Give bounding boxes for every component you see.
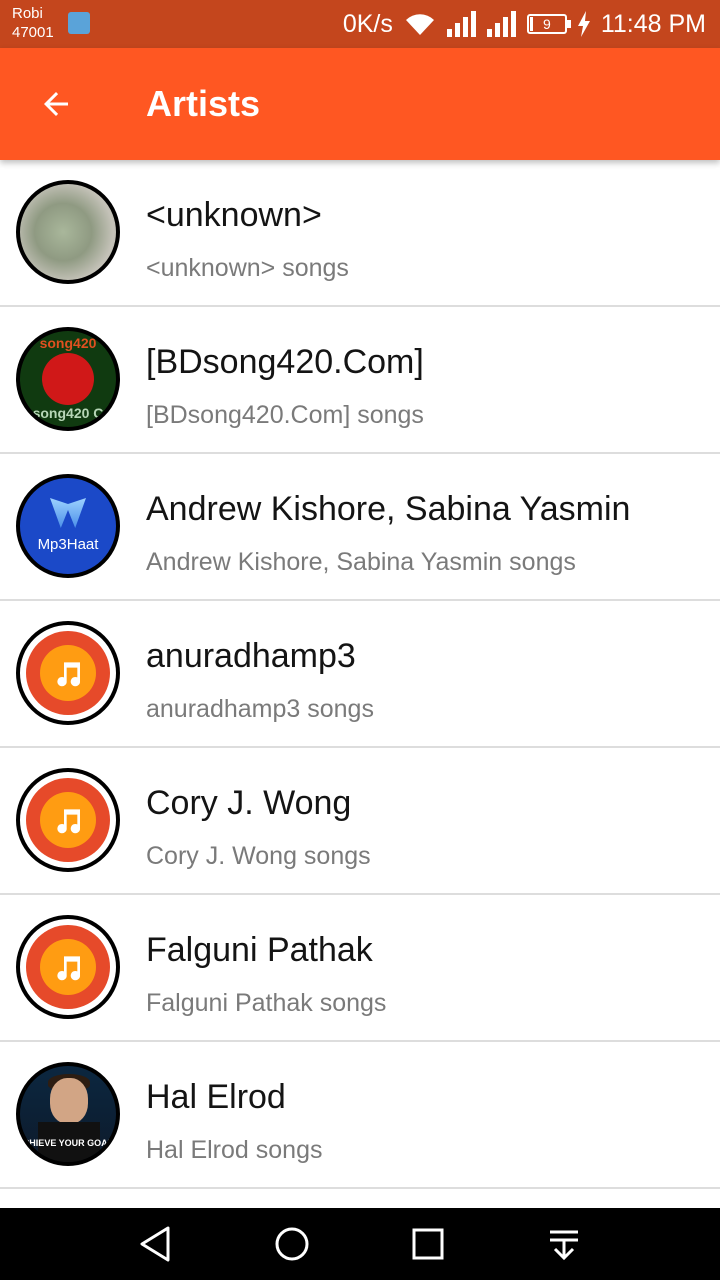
page-title: Artists: [146, 83, 261, 124]
charging-icon: [577, 11, 591, 37]
artist-song-count: Cory J. Wong songs: [146, 842, 371, 870]
artist-row[interactable]: song420 song420 C [BDsong420.Com] [BDson…: [0, 307, 720, 454]
artist-row-partial[interactable]: [0, 1189, 720, 1208]
artist-name: Falguni Pathak: [146, 931, 373, 969]
music-note-icon: [57, 662, 81, 687]
artist-row[interactable]: Mp3Haat Andrew Kishore, Sabina Yasmin An…: [0, 454, 720, 601]
battery-level: 9: [542, 16, 551, 32]
signal-icon: [446, 11, 477, 37]
music-note-icon: [57, 956, 81, 981]
artist-song-count: Falguni Pathak songs: [146, 989, 387, 1017]
status-bar: Robi 47001 0K/s 9 11:48 PM: [0, 0, 720, 48]
home-circle-icon[interactable]: [268, 1220, 316, 1268]
avatar-text: Mp3Haat: [37, 536, 99, 553]
app-bar: Artists: [0, 48, 720, 160]
clock: 11:48 PM: [600, 9, 706, 38]
avatar-text: song420: [39, 335, 97, 351]
carrier-code: 47001: [12, 24, 54, 41]
artist-row[interactable]: anuradhamp3 anuradhamp3 songs: [0, 601, 720, 748]
carrier-name: Robi: [12, 5, 43, 22]
artist-row[interactable]: CHIEVE YOUR GOAL Hal Elrod Hal Elrod son…: [0, 1042, 720, 1189]
network-speed: 0K/s: [342, 9, 393, 38]
artist-name: anuradhamp3: [146, 637, 356, 675]
artist-avatar: [16, 768, 120, 872]
artist-avatar: song420 song420 C: [16, 327, 120, 431]
artist-name: <unknown>: [146, 196, 322, 234]
artist-row[interactable]: Falguni Pathak Falguni Pathak songs: [0, 895, 720, 1042]
artist-song-count: [BDsong420.Com] songs: [146, 401, 424, 429]
carrier-label: Robi 47001: [12, 4, 54, 42]
artist-row[interactable]: Cory J. Wong Cory J. Wong songs: [0, 748, 720, 895]
artist-row[interactable]: <unknown> <unknown> songs: [0, 160, 720, 307]
artist-name: Hal Elrod: [146, 1078, 286, 1116]
artist-list[interactable]: <unknown> <unknown> songs song420 song42…: [0, 160, 720, 1208]
back-triangle-icon[interactable]: [132, 1220, 180, 1268]
back-button[interactable]: [20, 68, 92, 140]
artist-name: Andrew Kishore, Sabina Yasmin: [146, 490, 631, 528]
artist-avatar: CHIEVE YOUR GOAL: [16, 1062, 120, 1166]
system-nav-bar: [0, 1208, 720, 1280]
artist-song-count: <unknown> songs: [146, 254, 349, 282]
notification-pull-icon[interactable]: [540, 1220, 588, 1268]
artist-song-count: Andrew Kishore, Sabina Yasmin songs: [146, 548, 576, 576]
artist-song-count: Hal Elrod songs: [146, 1136, 323, 1164]
avatar-text: song420 C: [32, 405, 104, 421]
artist-name: Cory J. Wong: [146, 784, 352, 822]
avatar-text: CHIEVE YOUR GOAL: [22, 1138, 114, 1148]
arrow-left-icon: [44, 92, 68, 116]
status-right: 0K/s 9 11:48 PM: [343, 0, 706, 48]
artist-name: [BDsong420.Com]: [146, 343, 424, 381]
recents-square-icon[interactable]: [404, 1220, 452, 1268]
artist-avatar: Mp3Haat: [16, 474, 120, 578]
music-note-icon: [57, 809, 81, 834]
signal-icon: [486, 11, 517, 37]
wifi-icon: [403, 11, 437, 37]
artist-avatar: [16, 621, 120, 725]
battery-icon: 9: [526, 14, 571, 34]
usb-icon: [68, 12, 90, 34]
artist-avatar: [16, 180, 120, 284]
artist-song-count: anuradhamp3 songs: [146, 695, 374, 723]
artist-avatar: [16, 915, 120, 1019]
